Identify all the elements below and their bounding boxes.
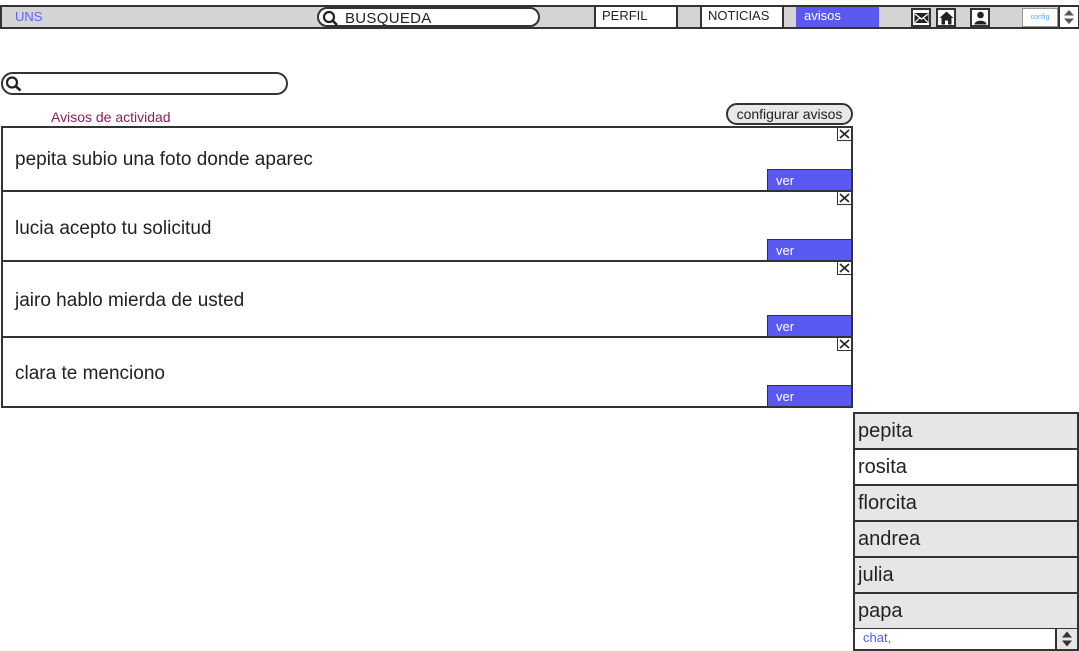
brand-logo[interactable]: UNS bbox=[15, 9, 42, 24]
mail-icon bbox=[914, 13, 929, 23]
view-button[interactable]: ver bbox=[767, 169, 852, 191]
home-button[interactable] bbox=[936, 8, 956, 27]
nav-avisos-button[interactable]: avisos bbox=[796, 7, 879, 27]
top-search-field[interactable]: BUSQUEDA bbox=[317, 7, 540, 27]
view-button[interactable]: ver bbox=[767, 315, 852, 337]
notification-item: pepita subio una foto donde aparec ver bbox=[1, 126, 853, 192]
chat-panel: pepita rosita florcita andrea julia papa… bbox=[853, 412, 1079, 651]
view-button[interactable]: ver bbox=[767, 239, 852, 261]
notification-item: clara te menciono ver bbox=[1, 336, 853, 408]
search-icon bbox=[5, 76, 22, 92]
mail-button[interactable] bbox=[911, 8, 931, 27]
config-stepper[interactable] bbox=[1058, 7, 1078, 27]
chat-contact[interactable]: papa bbox=[855, 594, 1077, 630]
chat-contact[interactable]: julia bbox=[855, 558, 1077, 594]
dismiss-button[interactable] bbox=[837, 191, 852, 205]
close-icon bbox=[839, 193, 850, 203]
notification-text: clara te menciono bbox=[15, 363, 165, 384]
up-down-arrows-icon bbox=[1062, 631, 1072, 647]
config-select[interactable]: config bbox=[1022, 8, 1058, 27]
notification-text: lucia acepto tu solicitud bbox=[15, 218, 212, 239]
up-down-arrows-icon bbox=[1064, 10, 1074, 24]
section-title: Avisos de actividad bbox=[51, 109, 171, 125]
view-button[interactable]: ver bbox=[767, 385, 852, 407]
nav-noticias-label: NOTICIAS bbox=[708, 8, 770, 23]
top-search-label: BUSQUEDA bbox=[345, 10, 432, 27]
top-navigation-bar: UNS BUSQUEDA PERFIL NOTICIAS avisos conf… bbox=[0, 5, 1079, 29]
user-icon bbox=[974, 11, 987, 25]
profile-button[interactable] bbox=[970, 8, 990, 27]
chat-contact[interactable]: rosita bbox=[855, 450, 1077, 486]
nav-perfil-button[interactable]: PERFIL bbox=[594, 7, 678, 27]
close-icon bbox=[839, 263, 850, 273]
nav-perfil-label: PERFIL bbox=[602, 8, 648, 23]
activity-search-field[interactable] bbox=[1, 72, 288, 95]
config-label: config bbox=[1030, 14, 1050, 21]
nav-noticias-button[interactable]: NOTICIAS bbox=[700, 7, 784, 27]
close-icon bbox=[839, 129, 850, 139]
dismiss-button[interactable] bbox=[837, 127, 852, 141]
nav-avisos-label: avisos bbox=[804, 8, 841, 23]
dismiss-button[interactable] bbox=[837, 337, 852, 351]
notification-item: jairo hablo mierda de usted ver bbox=[1, 260, 853, 338]
close-icon bbox=[839, 339, 850, 349]
chat-stepper[interactable] bbox=[1055, 629, 1077, 649]
chat-contact[interactable]: andrea bbox=[855, 522, 1077, 558]
notification-item: lucia acepto tu solicitud ver bbox=[1, 190, 853, 262]
notification-text: pepita subio una foto donde aparec bbox=[15, 149, 313, 170]
configure-notifications-button[interactable]: configurar avisos bbox=[726, 103, 853, 125]
dismiss-button[interactable] bbox=[837, 261, 852, 275]
search-icon bbox=[322, 10, 338, 26]
chat-contact[interactable]: florcita bbox=[855, 486, 1077, 522]
chat-input[interactable]: chat, bbox=[855, 629, 1055, 649]
notification-text: jairo hablo mierda de usted bbox=[15, 290, 245, 311]
home-icon bbox=[939, 11, 954, 25]
chat-contact[interactable]: pepita bbox=[855, 414, 1077, 450]
